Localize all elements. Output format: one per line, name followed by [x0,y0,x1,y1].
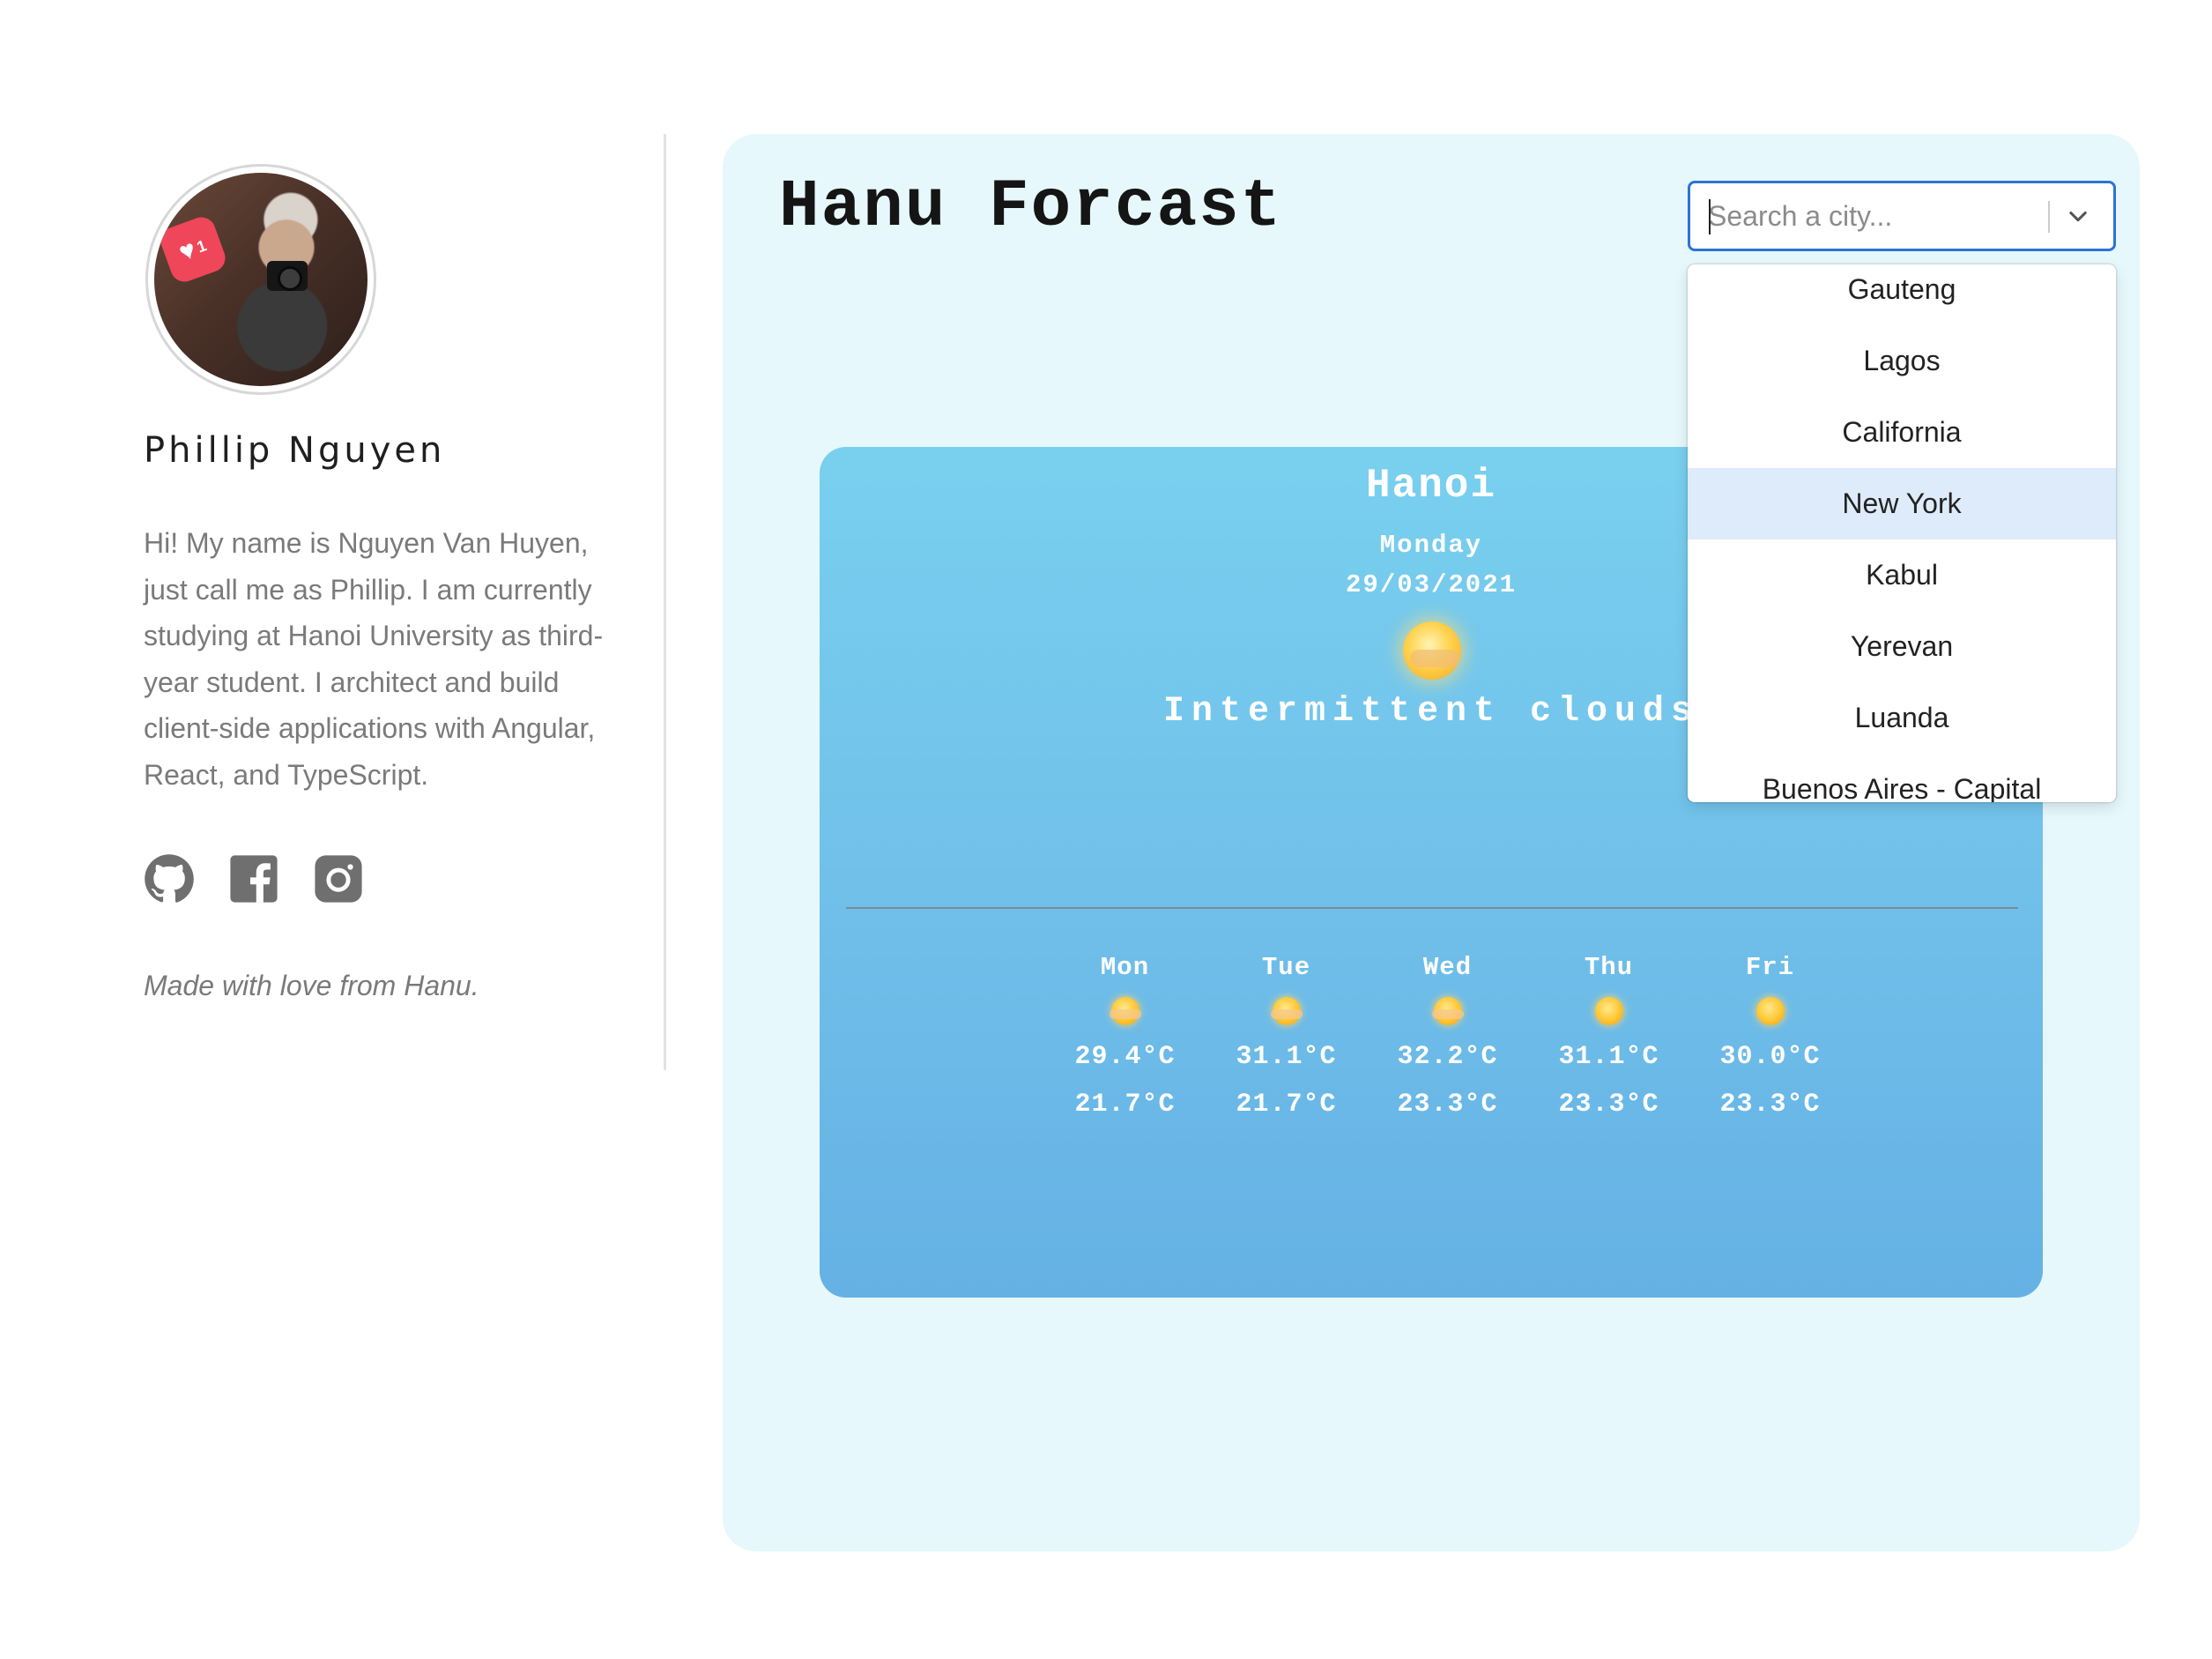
app-title: Hanu Forcast [779,169,1283,245]
forecast-min-temp: 23.3°C [1558,1090,1659,1120]
city-option-highlighted[interactable]: New York [1688,468,2116,539]
avatar: ♥ 1 [145,164,376,395]
city-search-select[interactable] [1688,181,2116,251]
forecast-day-name: Fri [1745,953,1795,982]
forecast-day: Wed 32.2°C 23.3°C [1367,948,1528,1122]
forecast-day-name: Mon [1100,953,1150,982]
weather-panel: Hanu Forcast Hanoi Monday 29/03/2021 Int… [723,134,2140,1551]
forecast-day: Fri 30.0°C 23.3°C [1689,948,1851,1122]
card-divider [846,907,2018,909]
sunny-icon [1755,997,1785,1025]
sidebar-divider [664,134,666,1070]
profile-sidebar: ♥ 1 Phillip Nguyen Hi! My name is Nguyen … [0,0,670,1659]
text-cursor [1709,199,1711,234]
sunny-icon [1594,997,1623,1025]
page: ♥ 1 Phillip Nguyen Hi! My name is Nguyen … [0,0,2212,1659]
like-count: 1 [194,235,209,257]
partly-sunny-icon [1403,621,1461,680]
city-option[interactable]: Luanda [1688,682,2116,754]
partly-sunny-icon [1109,997,1141,1025]
forecast-day: Mon 29.4°C 21.7°C [1044,948,1206,1122]
github-icon[interactable] [144,853,195,904]
city-option[interactable]: Kabul [1688,539,2116,611]
forecast-day-name: Tue [1261,953,1311,982]
forecast-max-temp: 29.4°C [1074,1042,1176,1072]
forecast-min-temp: 21.7°C [1236,1090,1337,1120]
instagram-icon[interactable] [313,853,364,904]
like-badge: ♥ 1 [156,212,230,286]
profile-name: Phillip Nguyen [144,430,446,471]
city-option[interactable]: Lagos [1688,325,2116,397]
social-links [144,853,364,904]
forecast-max-temp: 30.0°C [1719,1042,1821,1072]
avatar-photo: ♥ 1 [154,173,367,386]
forecast-day-name: Thu [1584,953,1634,982]
city-option[interactable]: Gauteng [1688,264,2116,325]
profile-bio: Hi! My name is Nguyen Van Huyen, just ca… [144,527,604,791]
chevron-down-icon[interactable] [2060,198,2096,234]
forecast-min-temp: 21.7°C [1074,1090,1176,1120]
city-options: Gauteng Lagos California New York Kabul … [1688,264,2116,802]
city-option[interactable]: Buenos Aires - Capital [1688,754,2116,802]
city-option[interactable]: Yerevan [1688,611,2116,682]
select-separator [2048,201,2050,233]
city-search-input[interactable] [1708,183,2043,249]
footer-note: Made with love from Hanu. [144,970,479,1001]
forecast-max-temp: 31.1°C [1236,1042,1337,1072]
forecast-day: Thu 31.1°C 23.3°C [1528,948,1689,1122]
city-option[interactable]: California [1688,397,2116,468]
forecast-row: Mon 29.4°C 21.7°C Tue 31.1°C 21.7°C Wed … [1044,948,1851,1122]
city-dropdown-menu: Gauteng Lagos California New York Kabul … [1688,264,2116,802]
forecast-day-name: Wed [1422,953,1473,982]
forecast-max-temp: 32.2°C [1397,1042,1498,1072]
forecast-max-temp: 31.1°C [1558,1042,1659,1072]
forecast-day: Tue 31.1°C 21.7°C [1206,948,1367,1122]
partly-sunny-icon [1270,997,1303,1025]
partly-sunny-icon [1431,997,1464,1025]
facebook-icon[interactable] [228,853,279,904]
forecast-min-temp: 23.3°C [1397,1090,1498,1120]
forecast-min-temp: 23.3°C [1719,1090,1821,1120]
camera-shape [267,261,308,291]
